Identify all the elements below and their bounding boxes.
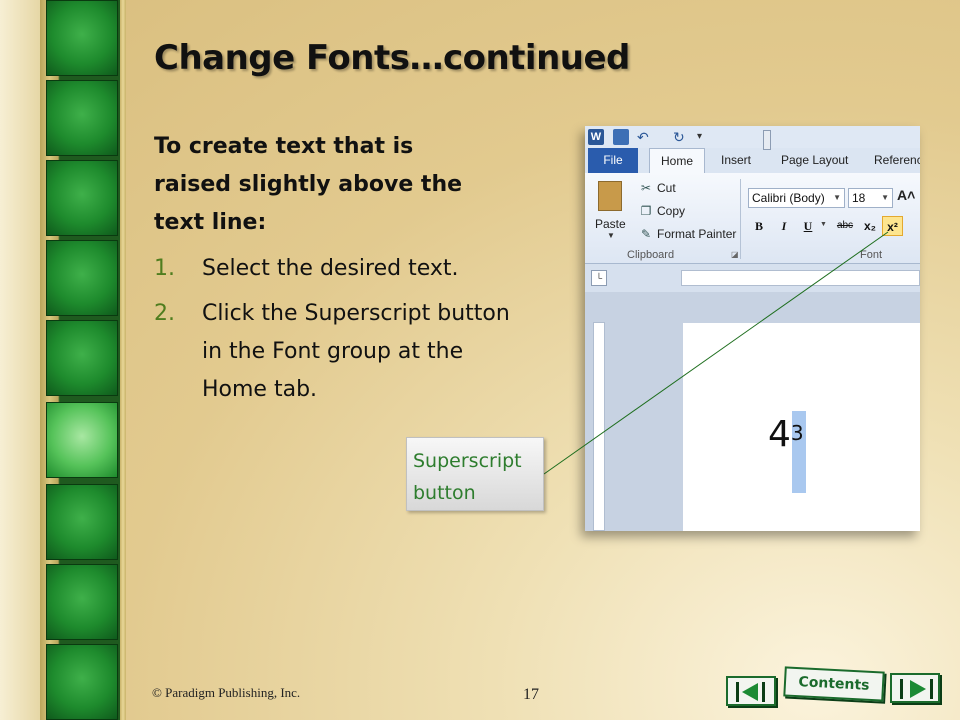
arrow-right-icon xyxy=(910,680,926,698)
arrow-left-icon xyxy=(742,683,758,701)
slide: Change Fonts…continued To create text th… xyxy=(0,0,960,720)
contents-button[interactable]: Contents xyxy=(783,666,885,702)
callout-line: Superscript xyxy=(413,450,522,472)
next-slide-button[interactable] xyxy=(890,673,940,703)
callout-leader-line xyxy=(543,231,889,475)
previous-slide-button[interactable] xyxy=(726,676,776,706)
bar-icon xyxy=(736,682,739,702)
callout-line: button xyxy=(413,482,476,504)
bar-icon xyxy=(930,679,933,699)
page-number: 17 xyxy=(523,686,539,703)
bar-icon xyxy=(900,679,903,699)
bar-icon xyxy=(762,682,765,702)
superscript-callout: Superscript button xyxy=(406,437,544,511)
copyright-text: © Paradigm Publishing, Inc. xyxy=(152,685,301,700)
